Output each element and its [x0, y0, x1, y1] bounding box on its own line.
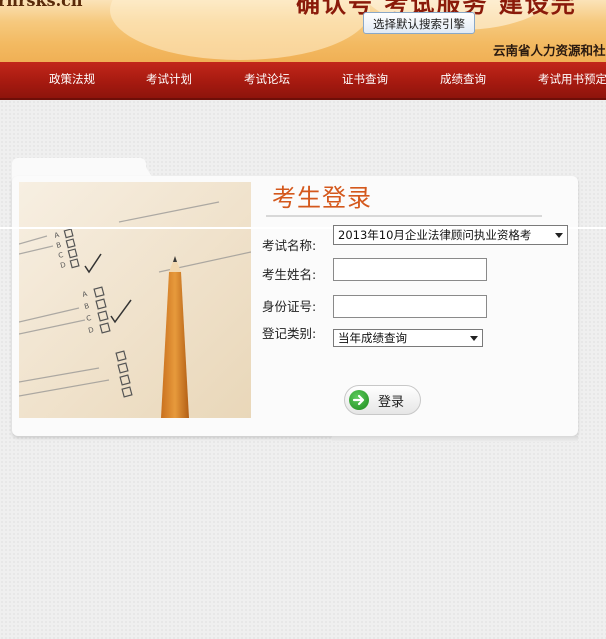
name-input[interactable] [333, 258, 487, 281]
exam-name-selected: 2013年10月企业法律顾问执业资格考 [338, 228, 532, 242]
svg-text:C: C [57, 251, 64, 260]
registration-type-select[interactable]: 当年成绩查询 [333, 329, 483, 347]
login-button[interactable]: 登录 [344, 385, 421, 415]
id-number-input[interactable] [333, 295, 487, 318]
nav-item-forum[interactable]: 考试论坛 [244, 62, 290, 98]
svg-text:D: D [87, 326, 94, 335]
default-search-engine-button[interactable]: 选择默认搜索引擎 [363, 12, 475, 34]
chevron-down-icon [555, 233, 563, 238]
panel-shadow [332, 436, 578, 442]
nav-item-certificate-query[interactable]: 证书查询 [342, 62, 388, 98]
svg-text:D: D [59, 261, 66, 270]
exam-name-select[interactable]: 2013年10月企业法律顾问执业资格考 [333, 225, 568, 245]
header-banner: rnrsks.cn 确认号 考试服务 建设完 选择默认搜索引擎 云南省人力资源和… [0, 0, 606, 62]
svg-text:A: A [53, 231, 60, 240]
registration-type-label: 登记类别: [262, 326, 317, 341]
title-divider [266, 215, 542, 217]
name-label: 考生姓名: [262, 267, 317, 282]
chevron-down-icon [470, 336, 478, 341]
nav-item-score-query[interactable]: 成绩查询 [440, 62, 486, 98]
main-nav: 政策法规 考试计划 考试论坛 证书查询 成绩查询 考试用书预定 [0, 62, 606, 100]
nav-item-book-order[interactable]: 考试用书预定 [538, 62, 606, 98]
site-url: rnrsks.cn [0, 0, 83, 10]
answer-sheet-illustration: A B C D A B C D [19, 201, 251, 418]
organization-name: 云南省人力资源和社 [493, 43, 606, 58]
svg-text:C: C [85, 314, 92, 323]
answer-sheet-pencil-image: A B C D A B C D [19, 182, 251, 418]
id-number-label: 身份证号: [262, 299, 317, 314]
nav-item-exam-plan[interactable]: 考试计划 [146, 62, 192, 98]
svg-text:B: B [83, 302, 90, 311]
login-title: 考生登录 [272, 184, 372, 212]
svg-text:B: B [55, 241, 62, 250]
svg-text:A: A [81, 290, 88, 299]
arrow-right-icon [349, 390, 369, 410]
nav-item-policy[interactable]: 政策法规 [49, 62, 95, 98]
login-button-label: 登录 [378, 395, 405, 410]
registration-type-selected: 当年成绩查询 [338, 331, 407, 345]
exam-name-label: 考试名称: [262, 238, 317, 253]
